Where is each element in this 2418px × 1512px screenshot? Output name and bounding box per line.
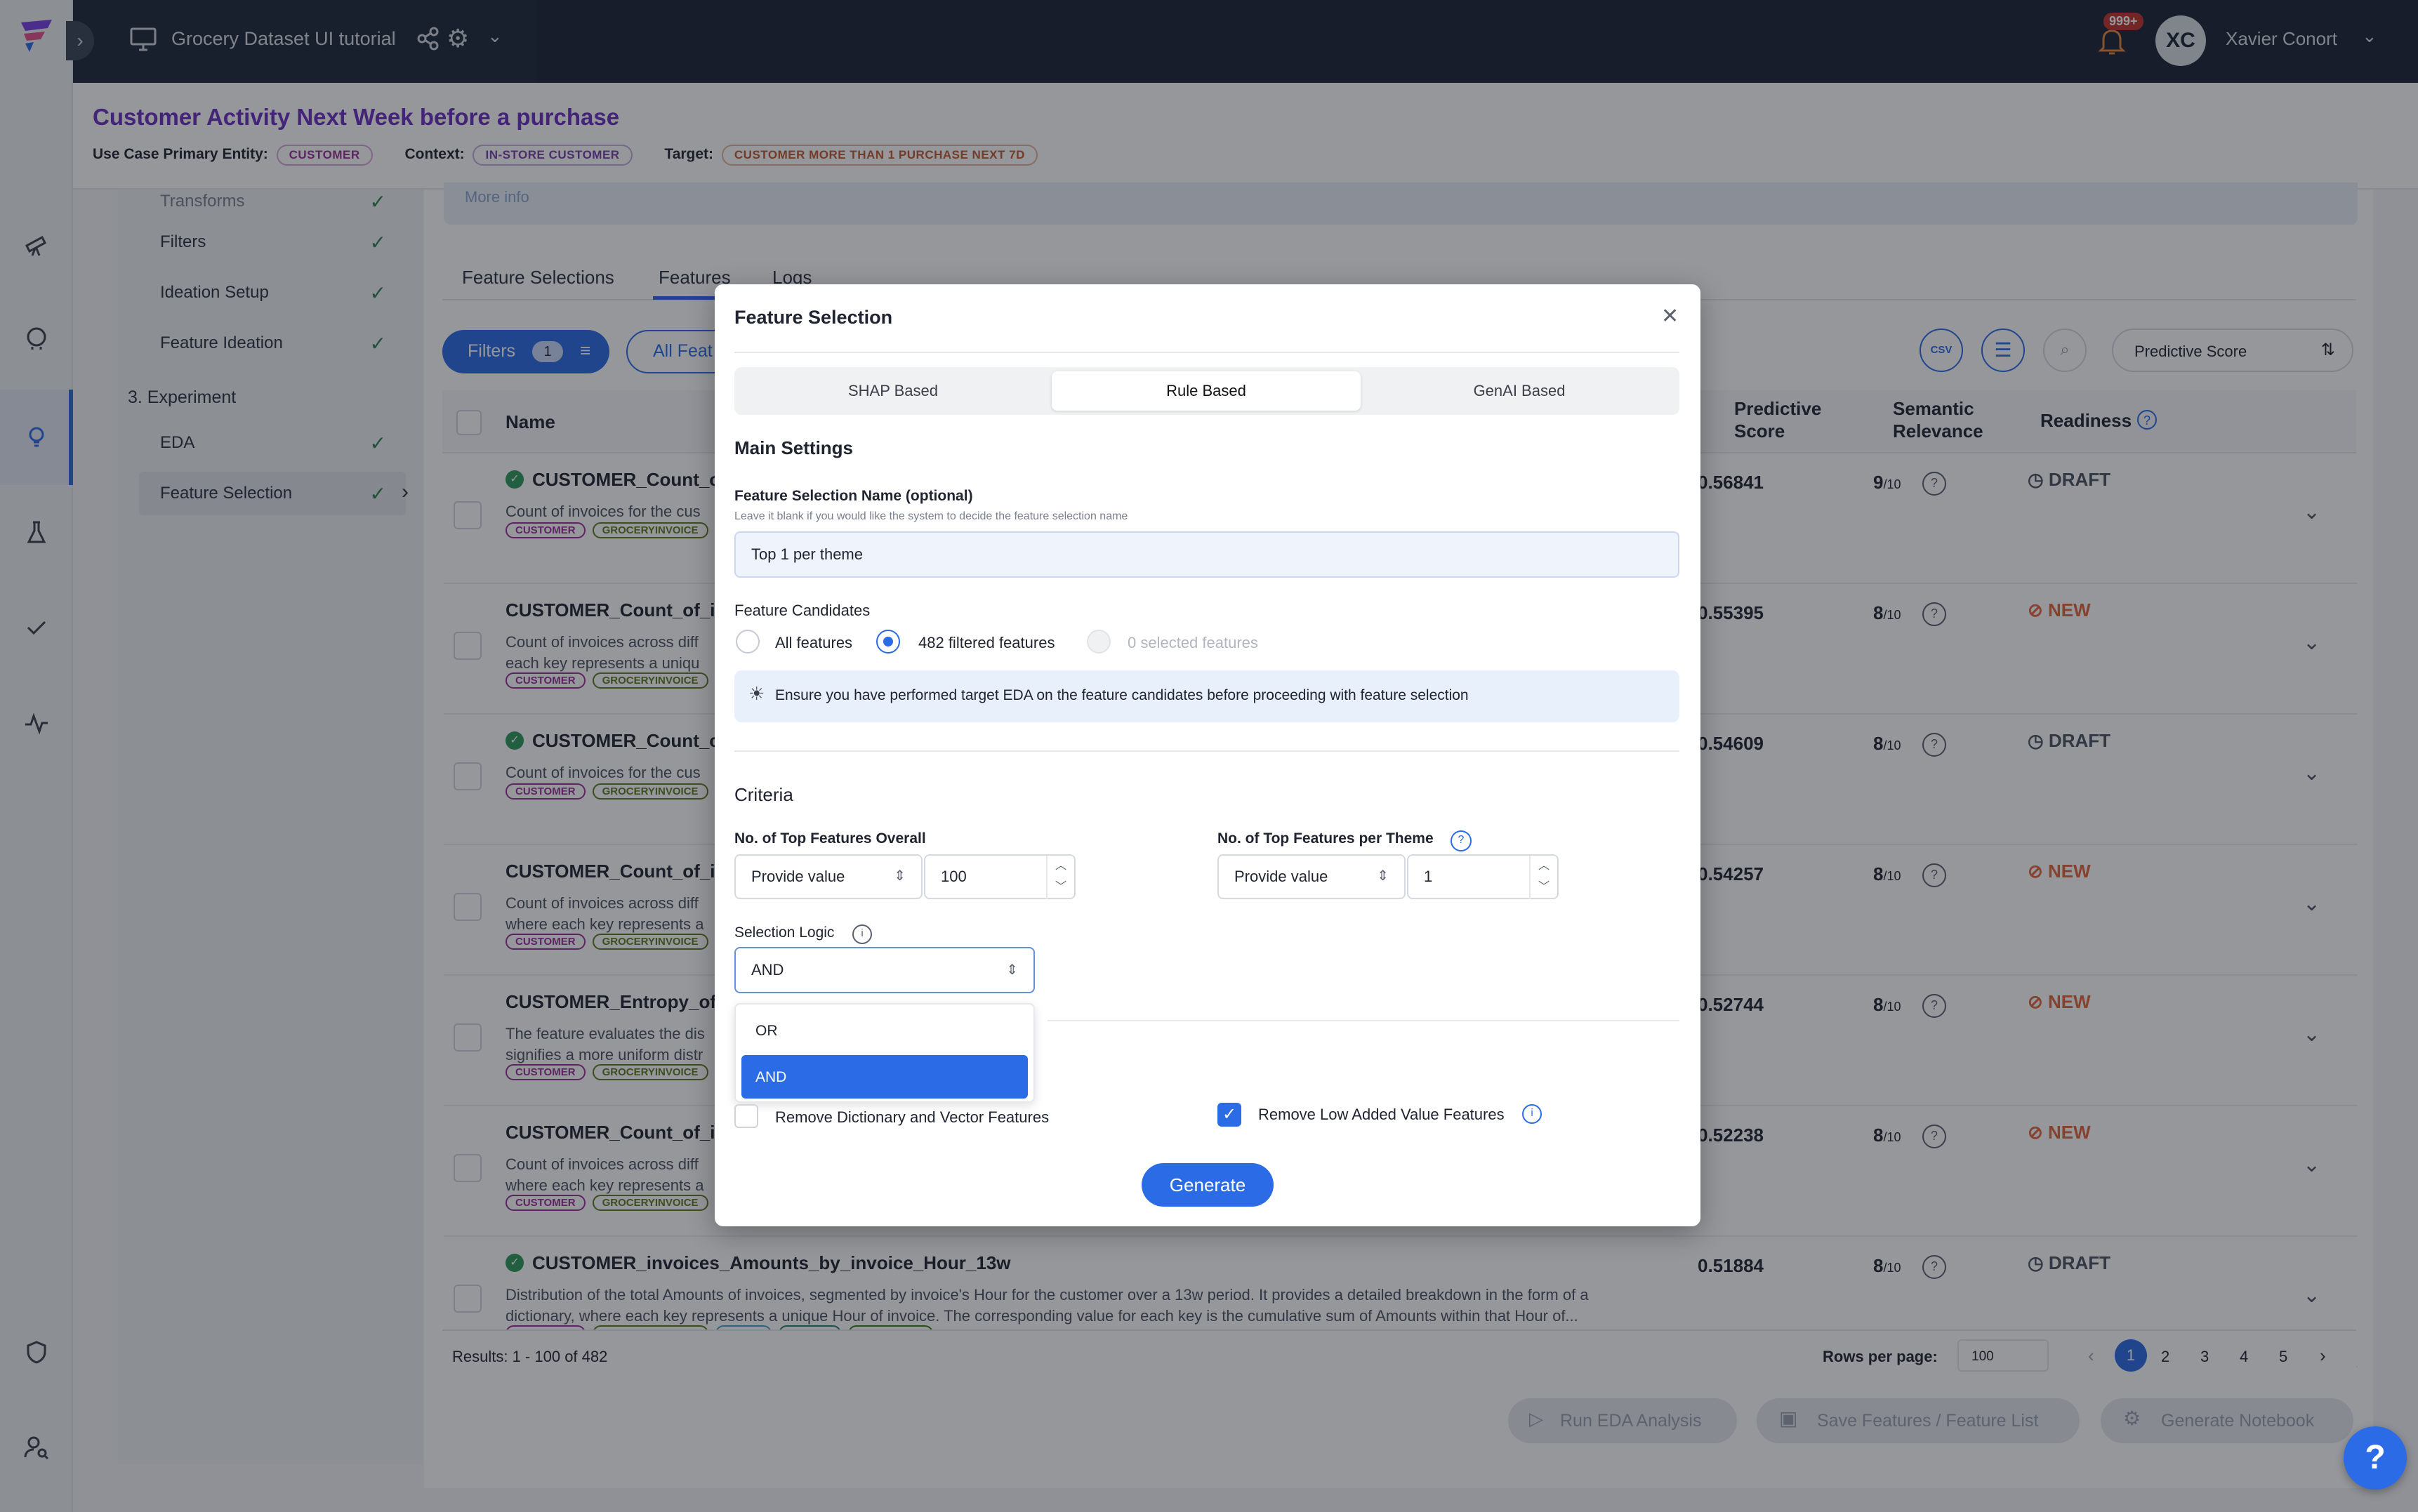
remove-low-value-label: Remove Low Added Value Features [1258, 1106, 1505, 1123]
remove-dictionary-label: Remove Dictionary and Vector Features [775, 1108, 1050, 1126]
selection-logic-select[interactable]: AND ⇕ [734, 947, 1035, 993]
tab-rule-based[interactable]: Rule Based [1052, 371, 1361, 411]
selection-logic-label: Selection Logic [734, 924, 835, 941]
top-overall-label: No. of Top Features Overall [734, 830, 926, 847]
help-fab-button[interactable]: ? [2344, 1426, 2407, 1490]
top-theme-label: No. of Top Features per Theme [1217, 830, 1434, 847]
top-overall-value-input[interactable]: 100 ︿ ﹀ [924, 854, 1076, 899]
feature-selection-modal: Feature Selection ✕ SHAP Based Rule Base… [715, 284, 1700, 1226]
candidates-label: Feature Candidates [734, 602, 871, 619]
radio-selected-features[interactable] [1087, 630, 1111, 654]
lightbulb-icon: ☀ [748, 683, 765, 704]
remove-dictionary-checkbox[interactable] [734, 1104, 758, 1128]
top-overall-mode-select[interactable]: Provide value ⇕ [734, 854, 923, 899]
divider [1048, 1020, 1679, 1021]
mode-segmented-control: SHAP Based Rule Based GenAI Based [734, 367, 1679, 415]
option-or[interactable]: OR [741, 1010, 1028, 1049]
stepper-icon[interactable]: ︿ ﹀ [1046, 856, 1074, 899]
name-label: Feature Selection Name (optional) [734, 488, 973, 504]
remove-low-value-checkbox[interactable]: ✓ [1217, 1103, 1241, 1127]
help-icon[interactable]: ? [1451, 830, 1472, 851]
radio-filtered-features[interactable] [876, 630, 900, 654]
divider [734, 750, 1679, 752]
name-help-text: Leave it blank if you would like the sys… [734, 510, 1128, 522]
close-icon[interactable]: ✕ [1661, 304, 1679, 329]
info-text: Ensure you have performed target EDA on … [775, 687, 1469, 703]
selection-logic-dropdown: OR AND [734, 1003, 1035, 1103]
top-theme-mode-select[interactable]: Provide value ⇕ [1217, 854, 1406, 899]
info-icon[interactable]: i [852, 924, 872, 944]
top-theme-value-input[interactable]: 1 ︿ ﹀ [1407, 854, 1559, 899]
selected-features-label: 0 selected features [1128, 634, 1258, 651]
info-icon[interactable]: i [1522, 1104, 1542, 1124]
chevron-updown-icon: ⇕ [1006, 962, 1018, 978]
modal-title: Feature Selection [734, 307, 893, 328]
criteria-heading: Criteria [734, 784, 793, 805]
tab-shap-based[interactable]: SHAP Based [739, 371, 1048, 411]
stepper-icon[interactable]: ︿ ﹀ [1529, 856, 1557, 899]
all-features-label: All features [775, 634, 853, 651]
generate-button[interactable]: Generate [1142, 1163, 1274, 1207]
option-and[interactable]: AND [741, 1055, 1028, 1099]
main-settings-heading: Main Settings [734, 437, 854, 458]
tab-genai-based[interactable]: GenAI Based [1365, 371, 1674, 411]
chevron-updown-icon: ⇕ [894, 868, 906, 884]
radio-all-features[interactable] [736, 630, 760, 654]
feature-selection-name-input[interactable]: Top 1 per theme [734, 531, 1679, 578]
info-callout: ☀ Ensure you have performed target EDA o… [734, 670, 1679, 722]
divider [734, 352, 1679, 353]
chevron-updown-icon: ⇕ [1377, 868, 1389, 884]
filtered-features-label: 482 filtered features [918, 634, 1055, 651]
